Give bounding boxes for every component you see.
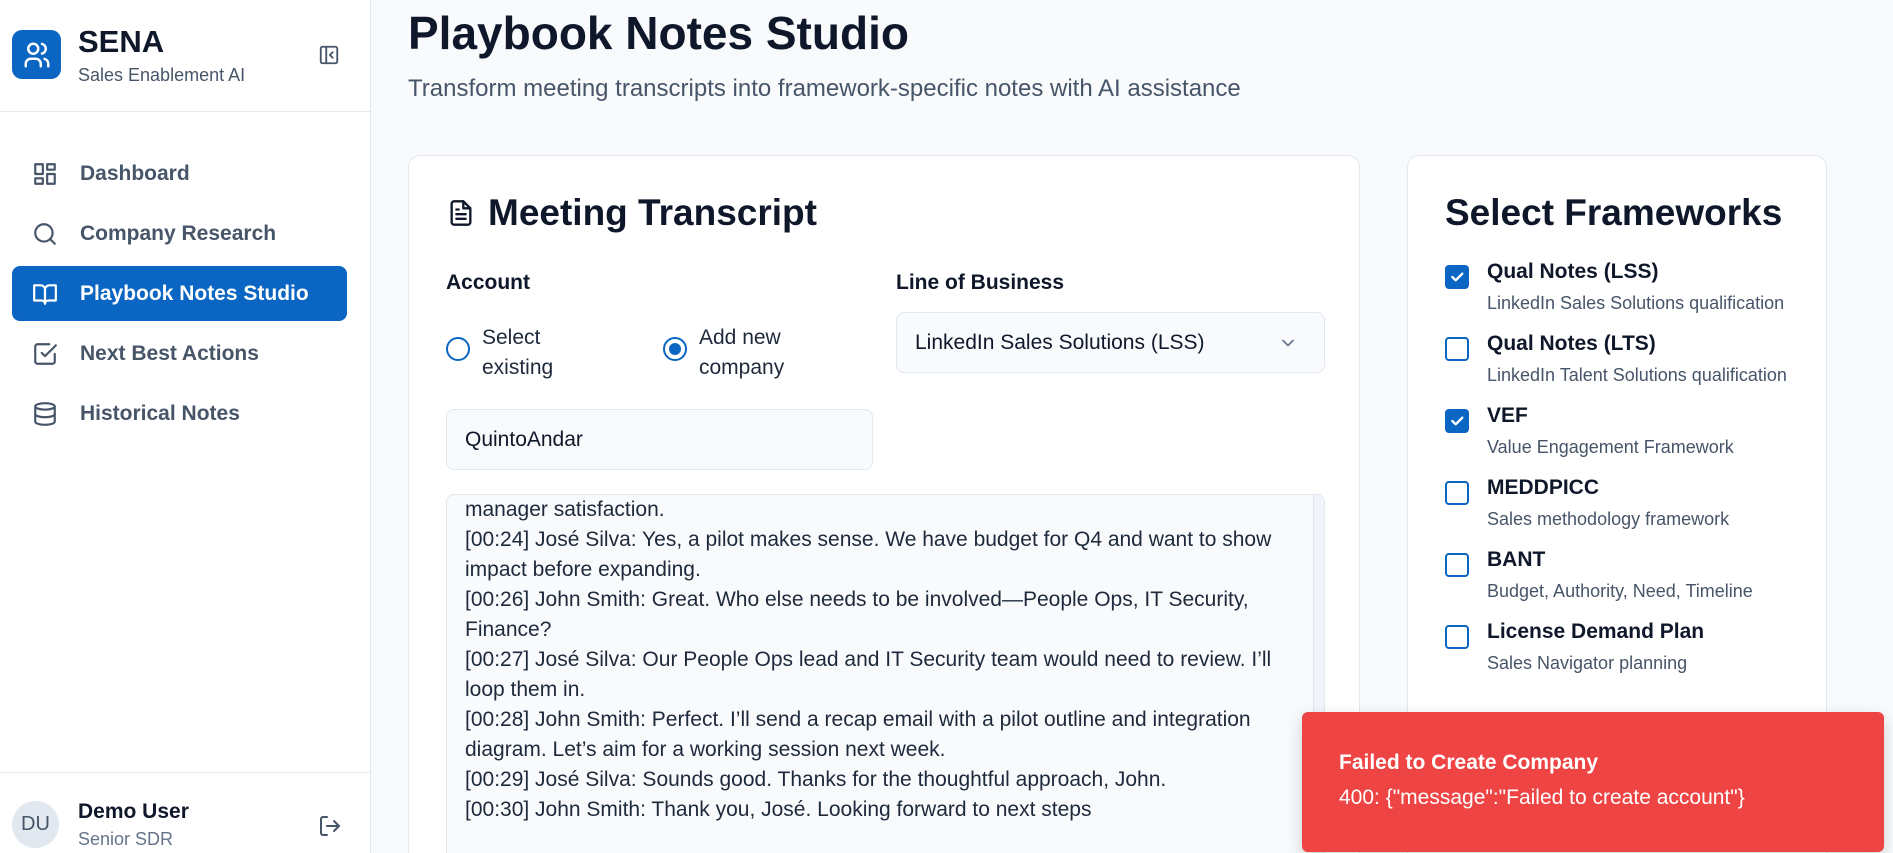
page-title: Playbook Notes Studio [408, 7, 909, 59]
grid-icon [30, 159, 60, 189]
checkbox[interactable] [1445, 337, 1469, 361]
line-of-business-label: Line of Business [896, 271, 1065, 294]
sidebar-item-historical-notes[interactable]: Historical Notes [12, 386, 347, 441]
book-icon [30, 279, 60, 309]
framework-option[interactable]: VEF Value Engagement Framework [1445, 404, 1815, 476]
line-of-business-select[interactable]: LinkedIn Sales Solutions (LSS) [896, 312, 1325, 373]
database-icon [30, 399, 60, 429]
framework-description: LinkedIn Talent Solutions qualification [1487, 365, 1787, 385]
framework-name: Qual Notes (LTS) [1487, 332, 1656, 355]
checkbox-checked[interactable] [1445, 265, 1469, 289]
framework-name: License Demand Plan [1487, 620, 1705, 643]
sidebar-item-playbook-notes-studio[interactable]: Playbook Notes Studio [12, 266, 347, 321]
toast-title: Failed to Create Company [1339, 751, 1599, 774]
meeting-transcript-card: Meeting Transcript Account Line of Busin… [408, 155, 1360, 853]
check-square-icon [30, 339, 60, 369]
framework-name: BANT [1487, 548, 1546, 571]
frameworks-list: Qual Notes (LSS) LinkedIn Sales Solutions… [1445, 260, 1815, 692]
account-label: Account [446, 271, 530, 294]
transcript-line: [00:29] José Silva: Sounds good. Thanks … [465, 768, 1167, 791]
sidebar-item-label: Playbook Notes Studio [80, 281, 309, 305]
framework-description: Sales methodology framework [1487, 509, 1730, 529]
transcript-line: [00:24] José Silva: Yes, a pilot makes s… [465, 528, 1272, 581]
sidebar-item-company-research[interactable]: Company Research [12, 206, 347, 261]
avatar: DU [12, 801, 59, 848]
brand-name: SENA [78, 24, 165, 59]
toast-message: 400: {"message":"Failed to create accoun… [1339, 786, 1745, 809]
framework-description: Sales Navigator planning [1487, 653, 1688, 673]
transcript-line: [00:28] John Smith: Perfect. I’ll send a… [465, 708, 1251, 761]
company-name-input[interactable] [446, 409, 873, 470]
check-icon [1451, 416, 1464, 426]
framework-description: Budget, Authority, Need, Timeline [1487, 581, 1753, 601]
framework-option[interactable]: Qual Notes (LTS) LinkedIn Talent Solution… [1445, 332, 1815, 404]
sidebar-item-label: Dashboard [80, 161, 190, 185]
card-title: Meeting Transcript [488, 192, 817, 233]
transcript-line: [00:30] John Smith: Thank you, José. Loo… [465, 798, 1092, 821]
sidebar-collapse-icon[interactable] [314, 40, 344, 70]
radio-label: Select existing [482, 326, 554, 379]
card-header: Meeting Transcript [446, 192, 817, 234]
checkbox-checked[interactable] [1445, 409, 1469, 433]
transcript-textarea[interactable]: engineers or CX roles? We'd measure time… [446, 494, 1325, 853]
transcript-line: [00:27] José Silva: Our People Ops lead … [465, 648, 1272, 701]
sidebar-item-label: Historical Notes [80, 401, 240, 425]
checkbox[interactable] [1445, 553, 1469, 577]
radio-label: Add new company [699, 326, 785, 379]
select-value: LinkedIn Sales Solutions (LSS) [915, 330, 1205, 354]
framework-description: LinkedIn Sales Solutions qualification [1487, 293, 1785, 313]
user-panel: DU Demo User Senior SDR [0, 772, 370, 853]
brand-header: SENA Sales Enablement AI [0, 0, 370, 112]
framework-name: MEDDPICC [1487, 476, 1600, 499]
sidebar-item-label: Company Research [80, 221, 277, 245]
transcript-line: manager satisfaction. [465, 498, 665, 521]
check-icon [1451, 272, 1464, 282]
framework-option[interactable]: BANT Budget, Authority, Need, Timeline [1445, 548, 1815, 620]
framework-description: Value Engagement Framework [1487, 437, 1734, 457]
framework-name: Qual Notes (LSS) [1487, 260, 1659, 283]
radio-circle[interactable] [446, 337, 470, 361]
sidebar-item-next-best-actions[interactable]: Next Best Actions [12, 326, 347, 381]
framework-name: VEF [1487, 404, 1528, 427]
transcript-line: [00:26] John Smith: Great. Who else need… [465, 588, 1249, 641]
page-subtitle: Transform meeting transcripts into frame… [408, 75, 1241, 102]
user-role: Senior SDR [78, 829, 174, 849]
framework-option[interactable]: License Demand Plan Sales Navigator plann… [1445, 620, 1815, 692]
chevron-down-icon [1282, 339, 1294, 347]
sidebar-nav: Dashboard Company Research Playbook Note… [12, 146, 347, 446]
sidebar: SENA Sales Enablement AI Dashboard Compa… [0, 0, 371, 853]
transcript-text: engineers or CX roles? We'd measure time… [465, 495, 1285, 825]
checkbox[interactable] [1445, 481, 1469, 505]
framework-option[interactable]: MEDDPICC Sales methodology framework [1445, 476, 1815, 548]
file-text-icon [446, 198, 476, 228]
frameworks-title: Select Frameworks [1445, 192, 1783, 233]
user-name: Demo User [78, 800, 189, 823]
sidebar-item-label: Next Best Actions [80, 341, 259, 365]
brand-subtitle: Sales Enablement AI [78, 65, 246, 85]
error-toast[interactable]: Failed to Create Company 400: {"message"… [1302, 712, 1884, 852]
radio-circle[interactable] [663, 337, 687, 361]
logout-icon[interactable] [315, 811, 345, 841]
checkbox[interactable] [1445, 625, 1469, 649]
radio-add-new-company[interactable]: Add new company [663, 323, 809, 383]
radio-select-existing[interactable]: Select existing [446, 323, 592, 383]
users-icon [12, 30, 61, 79]
sidebar-item-dashboard[interactable]: Dashboard [12, 146, 347, 201]
search-icon [30, 219, 60, 249]
framework-option[interactable]: Qual Notes (LSS) LinkedIn Sales Solutions… [1445, 260, 1815, 332]
